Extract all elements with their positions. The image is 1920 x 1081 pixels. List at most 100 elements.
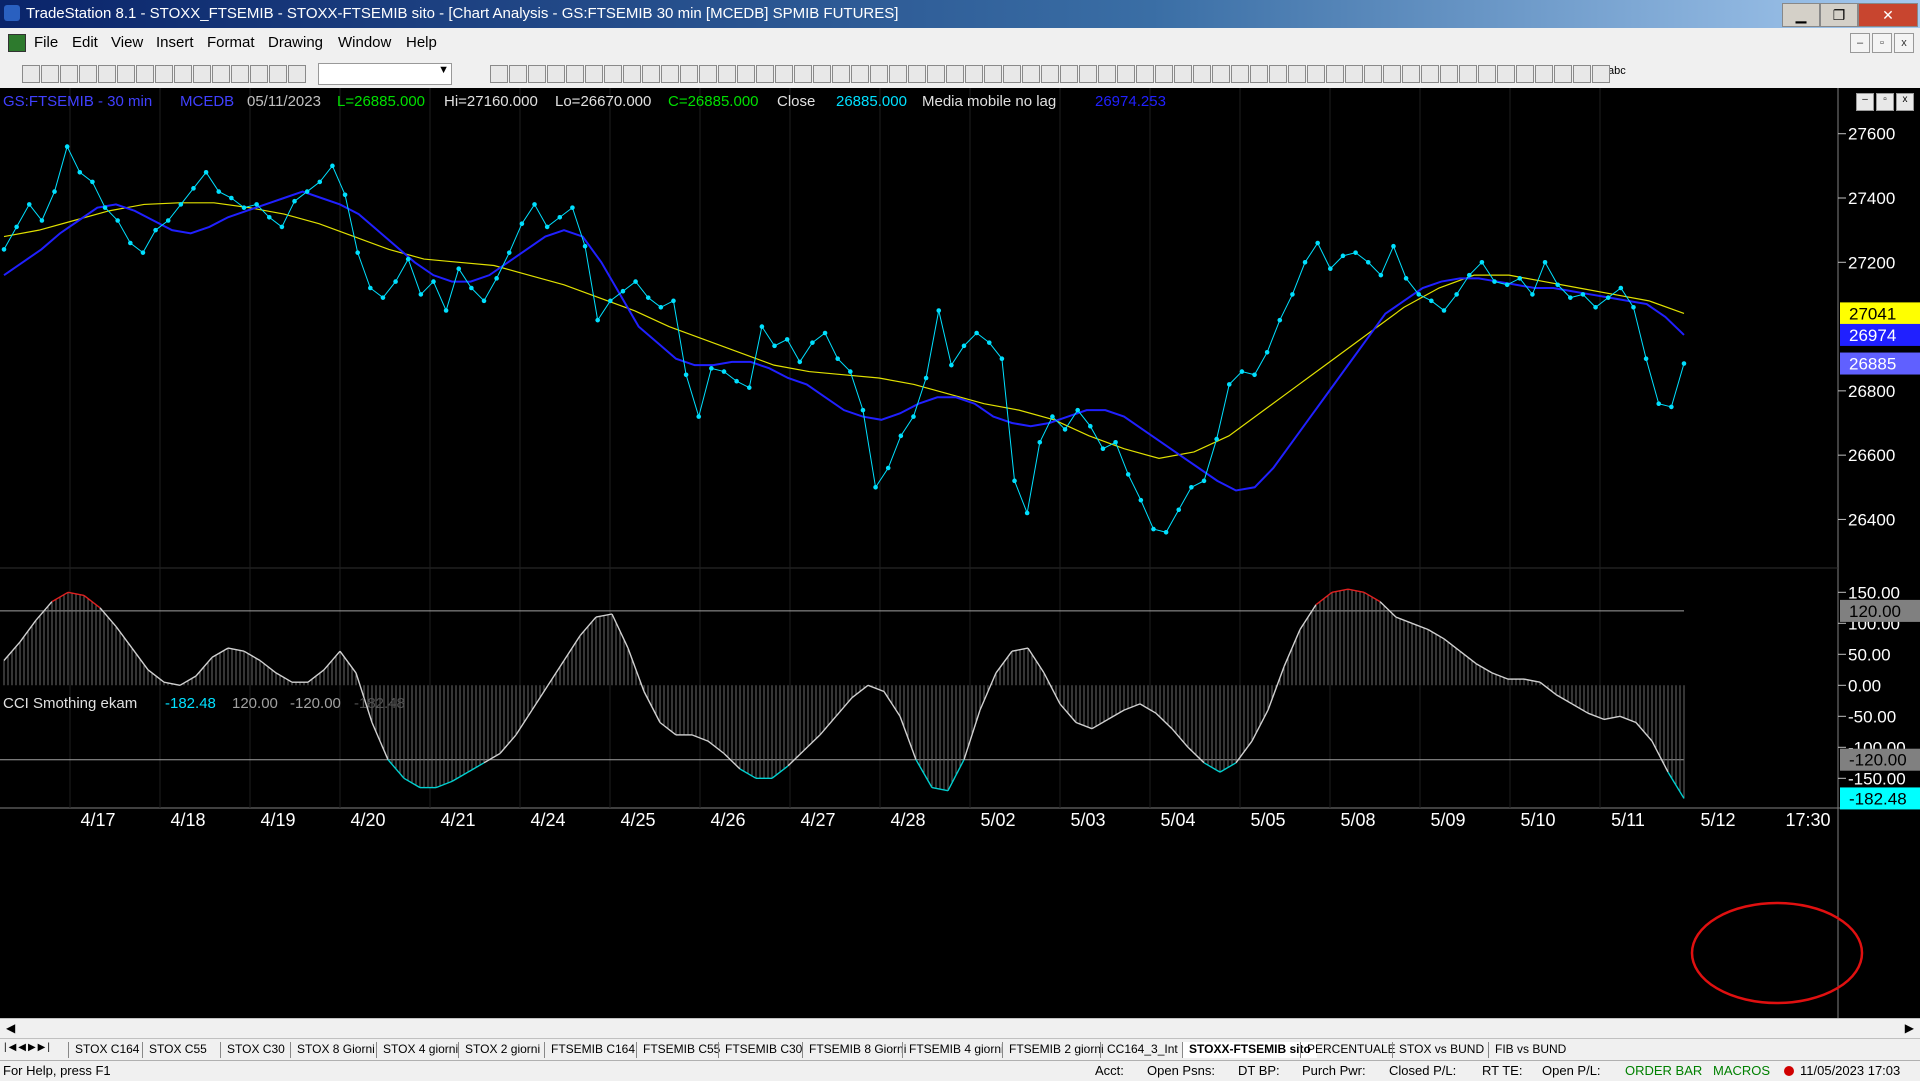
toolbar-tool-icon[interactable] bbox=[775, 65, 793, 83]
tab-stox-c55[interactable]: STOX C55 bbox=[142, 1042, 213, 1058]
toolbar-tool-icon[interactable] bbox=[870, 65, 888, 83]
toolbar-tool-icon[interactable] bbox=[547, 65, 565, 83]
toolbar-tool-icon[interactable] bbox=[1193, 65, 1211, 83]
mdi-close-button[interactable]: x bbox=[1894, 33, 1914, 53]
menu-window[interactable]: Window bbox=[338, 34, 391, 51]
toolbar-tool-icon[interactable] bbox=[566, 65, 584, 83]
toolbar-tool-icon[interactable] bbox=[604, 65, 622, 83]
toolbar-tool-icon[interactable] bbox=[1364, 65, 1382, 83]
toolbar-tool-icon[interactable] bbox=[756, 65, 774, 83]
toolbar-tool-icon[interactable] bbox=[155, 65, 173, 83]
order-bar-status[interactable]: ORDER BAR bbox=[1625, 1063, 1702, 1078]
toolbar-tool-icon[interactable] bbox=[1079, 65, 1097, 83]
toolbar-tool-icon[interactable] bbox=[737, 65, 755, 83]
subwindow-restore-button[interactable]: ▫ bbox=[1876, 93, 1894, 111]
tab-percentuale[interactable]: PERCENTUALE bbox=[1300, 1042, 1402, 1058]
toolbar-tool-icon[interactable] bbox=[1155, 65, 1173, 83]
toolbar-tool-icon[interactable] bbox=[585, 65, 603, 83]
toolbar-tool-icon[interactable] bbox=[699, 65, 717, 83]
toolbar-tool-icon[interactable] bbox=[269, 65, 287, 83]
toolbar-tool-icon[interactable] bbox=[117, 65, 135, 83]
toolbar-tool-icon[interactable] bbox=[889, 65, 907, 83]
toolbar-tool-icon[interactable] bbox=[642, 65, 660, 83]
toolbar-tool-icon[interactable] bbox=[1535, 65, 1553, 83]
tab-stox-c30[interactable]: STOX C30 bbox=[220, 1042, 291, 1058]
toolbar-tool-icon[interactable] bbox=[1592, 65, 1610, 83]
toolbar-tool-icon[interactable] bbox=[174, 65, 192, 83]
chart-window-icon[interactable] bbox=[8, 34, 26, 52]
toolbar-tool-icon[interactable] bbox=[1098, 65, 1116, 83]
toolbar-tool-icon[interactable] bbox=[60, 65, 78, 83]
tab-ftsemib-c164[interactable]: FTSEMIB C164 bbox=[544, 1042, 641, 1058]
close-button[interactable]: ✕ bbox=[1858, 3, 1918, 27]
media-mobile-no-lag-line[interactable] bbox=[3, 190, 1685, 492]
toolbar-tool-icon[interactable] bbox=[927, 65, 945, 83]
menu-format[interactable]: Format bbox=[207, 34, 255, 51]
restore-button[interactable]: ❐ bbox=[1820, 3, 1858, 27]
tab-stoxx-ftsemib-sito[interactable]: STOXX-FTSEMIB sito bbox=[1182, 1042, 1317, 1058]
toolbar-tool-icon[interactable] bbox=[22, 65, 40, 83]
toolbar-tool-icon[interactable] bbox=[1250, 65, 1268, 83]
text-tool-label[interactable]: abc bbox=[1608, 65, 1626, 77]
tab-ftsemib-2-giorni[interactable]: FTSEMIB 2 giorni bbox=[1002, 1042, 1110, 1058]
menu-edit[interactable]: Edit bbox=[72, 34, 98, 51]
toolbar-tool-icon[interactable] bbox=[1212, 65, 1230, 83]
toolbar-tool-icon[interactable] bbox=[528, 65, 546, 83]
toolbar-tool-icon[interactable] bbox=[1231, 65, 1249, 83]
tab-stox-2-giorni[interactable]: STOX 2 giorni bbox=[458, 1042, 546, 1058]
toolbar-tool-icon[interactable] bbox=[41, 65, 59, 83]
symbol-combo[interactable]: ▼ bbox=[318, 63, 452, 85]
toolbar-tool-icon[interactable] bbox=[1440, 65, 1458, 83]
toolbar-tool-icon[interactable] bbox=[794, 65, 812, 83]
toolbar-tool-icon[interactable] bbox=[1345, 65, 1363, 83]
tab-stox-8-giorni[interactable]: STOX 8 Giorni bbox=[290, 1042, 381, 1058]
yellow-average-line[interactable] bbox=[3, 202, 1685, 459]
toolbar-tool-icon[interactable] bbox=[661, 65, 679, 83]
toolbar-tool-icon[interactable] bbox=[231, 65, 249, 83]
toolbar-tool-icon[interactable] bbox=[250, 65, 268, 83]
tab-fib-vs-bund[interactable]: FIB vs BUND bbox=[1488, 1042, 1572, 1058]
scroll-left-icon[interactable]: ◀ bbox=[6, 1021, 15, 1035]
toolbar-tool-icon[interactable] bbox=[1497, 65, 1515, 83]
tab-ftsemib-4-giorni[interactable]: FTSEMIB 4 giorni bbox=[902, 1042, 1010, 1058]
minimize-button[interactable]: ▁ bbox=[1782, 3, 1820, 27]
toolbar-tool-icon[interactable] bbox=[1117, 65, 1135, 83]
tab-ftsemib-c30[interactable]: FTSEMIB C30 bbox=[718, 1042, 808, 1058]
tab-stox-vs-bund[interactable]: STOX vs BUND bbox=[1392, 1042, 1490, 1058]
toolbar-tool-icon[interactable] bbox=[851, 65, 869, 83]
toolbar-tool-icon[interactable] bbox=[98, 65, 116, 83]
toolbar-tool-icon[interactable] bbox=[1478, 65, 1496, 83]
toolbar-tool-icon[interactable] bbox=[1060, 65, 1078, 83]
toolbar-tool-icon[interactable] bbox=[79, 65, 97, 83]
menu-view[interactable]: View bbox=[111, 34, 143, 51]
scroll-right-icon[interactable]: ▶ bbox=[1905, 1021, 1914, 1035]
toolbar-tool-icon[interactable] bbox=[946, 65, 964, 83]
toolbar-tool-icon[interactable] bbox=[1003, 65, 1021, 83]
toolbar-tool-icon[interactable] bbox=[965, 65, 983, 83]
toolbar-tool-icon[interactable] bbox=[509, 65, 527, 83]
toolbar-tool-icon[interactable] bbox=[680, 65, 698, 83]
mdi-minimize-button[interactable]: – bbox=[1850, 33, 1870, 53]
toolbar-tool-icon[interactable] bbox=[623, 65, 641, 83]
tab-ftsemib-8-giorni[interactable]: FTSEMIB 8 Giorni bbox=[802, 1042, 912, 1058]
menu-drawing[interactable]: Drawing bbox=[268, 34, 323, 51]
toolbar-tool-icon[interactable] bbox=[288, 65, 306, 83]
toolbar-tool-icon[interactable] bbox=[813, 65, 831, 83]
menu-help[interactable]: Help bbox=[406, 34, 437, 51]
macros-status[interactable]: MACROS bbox=[1713, 1063, 1770, 1078]
toolbar-tool-icon[interactable] bbox=[832, 65, 850, 83]
tab-cc164-3-int[interactable]: CC164_3_Int bbox=[1100, 1042, 1184, 1058]
toolbar-tool-icon[interactable] bbox=[136, 65, 154, 83]
tab-stox-c164[interactable]: STOX C164 bbox=[68, 1042, 145, 1058]
toolbar-tool-icon[interactable] bbox=[718, 65, 736, 83]
horizontal-scrollbar[interactable]: ◀ ▶ bbox=[0, 1018, 1920, 1039]
toolbar-tool-icon[interactable] bbox=[984, 65, 1002, 83]
toolbar-tool-icon[interactable] bbox=[1288, 65, 1306, 83]
toolbar-tool-icon[interactable] bbox=[1554, 65, 1572, 83]
toolbar-tool-icon[interactable] bbox=[193, 65, 211, 83]
toolbar-tool-icon[interactable] bbox=[1022, 65, 1040, 83]
tab-navigation-icon[interactable]: |◀◀▶▶| bbox=[4, 1042, 52, 1053]
toolbar-tool-icon[interactable] bbox=[1573, 65, 1591, 83]
chevron-down-icon[interactable]: ▼ bbox=[438, 64, 449, 76]
toolbar-tool-icon[interactable] bbox=[1326, 65, 1344, 83]
